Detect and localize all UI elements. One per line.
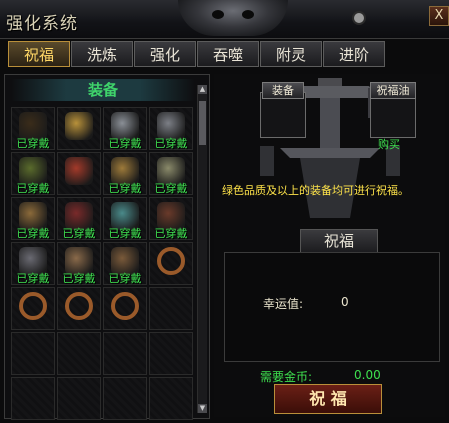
worn-tag: 已穿戴 (16, 137, 50, 150)
worn-tag: 已穿戴 (16, 272, 50, 285)
title-bar[interactable]: 强化系统 X (0, 0, 449, 39)
equipment-slot[interactable]: 已穿戴 (11, 107, 55, 150)
worn-tag: 已穿戴 (108, 137, 142, 150)
oil-slot-label: 祝福油 (370, 82, 416, 99)
equipment-slot[interactable] (149, 287, 193, 330)
equipment-slot[interactable] (103, 287, 147, 330)
close-button[interactable]: X (429, 6, 449, 26)
equipment-grid: 已穿戴 已穿戴 已穿戴 已穿戴 已穿戴 已穿戴 已穿戴 已穿戴 已穿戴 已穿戴 已穿戴 已穿戴 已穿戴 (11, 107, 195, 420)
equipment-slot[interactable] (57, 152, 101, 195)
equipment-slot[interactable]: 已穿戴 (103, 107, 147, 150)
gold-label: 需要金币: (260, 370, 313, 384)
luck-label: 幸运值: (263, 297, 304, 311)
equipment-slot[interactable] (57, 107, 101, 150)
equip-slot-label: 装备 (262, 82, 304, 99)
worn-tag: 已穿戴 (108, 182, 142, 195)
bless-info-box: 幸运值: 0 (224, 252, 440, 362)
bow-icon[interactable] (65, 157, 93, 185)
equipment-slot[interactable] (149, 377, 193, 420)
equipment-slot[interactable] (103, 377, 147, 420)
ring-icon[interactable] (65, 292, 93, 320)
equipment-header: 装备 (11, 79, 195, 101)
worn-tag: 已穿戴 (16, 227, 50, 240)
equipment-slot[interactable] (11, 377, 55, 420)
golden-blade-icon[interactable] (65, 112, 93, 140)
scroll-thumb[interactable] (199, 101, 206, 145)
tab-bless[interactable]: 祝福 (8, 41, 70, 67)
tab-enchant[interactable]: 附灵 (260, 41, 322, 67)
enhance-window: 强化系统 X 祝福 洗炼 强化 吞噬 附灵 进阶 装备 已穿戴 已穿戴 已穿戴 已穿戴… (0, 0, 449, 423)
worn-tag: 已穿戴 (16, 182, 50, 195)
worn-tag: 已穿戴 (62, 272, 96, 285)
worn-tag: 已穿戴 (154, 137, 188, 150)
equipment-slot[interactable] (11, 287, 55, 330)
worn-tag: 已穿戴 (108, 272, 142, 285)
tab-bar: 祝福 洗炼 强化 吞噬 附灵 进阶 (8, 41, 385, 69)
equipment-slot[interactable] (149, 332, 193, 375)
equipment-slot[interactable]: 已穿戴 (149, 107, 193, 150)
bless-description: 绿色品质及以上的装备均可进行祝福。 (222, 184, 409, 197)
bless-panel: 装备 祝福油 购买 绿色品质及以上的装备均可进行祝福。 祝福 幸运值: 0 需要… (214, 74, 445, 417)
equipment-panel: 装备 已穿戴 已穿戴 已穿戴 已穿戴 已穿戴 已穿戴 已穿戴 已穿戴 已穿戴 已穿戴 已穿戴 已穿戴已… (4, 74, 210, 420)
gem-ornament-icon (354, 13, 364, 23)
equipment-scrollbar[interactable]: ▲ ▼ (197, 85, 207, 413)
luck-value: 0 (341, 295, 349, 309)
equipment-slot[interactable]: 已穿戴 (57, 197, 101, 240)
ring-icon[interactable] (19, 292, 47, 320)
equipment-slot[interactable] (57, 332, 101, 375)
scroll-up-icon[interactable]: ▲ (198, 85, 207, 94)
equipment-slot[interactable] (103, 332, 147, 375)
equipment-slot[interactable]: 已穿戴 (103, 242, 147, 285)
equipment-slot[interactable] (57, 377, 101, 420)
worn-tag: 已穿戴 (62, 227, 96, 240)
worn-tag: 已穿戴 (154, 182, 188, 195)
tab-refine[interactable]: 洗炼 (71, 41, 133, 67)
gold-value: 0.00 (354, 368, 381, 382)
equipment-slot[interactable] (57, 287, 101, 330)
bless-section-title: 祝福 (300, 229, 378, 253)
equipment-slot[interactable] (11, 332, 55, 375)
tab-devour[interactable]: 吞噬 (197, 41, 259, 67)
equipment-slot[interactable]: 已穿戴 (11, 242, 55, 285)
equipment-slot[interactable]: 已穿戴 (103, 197, 147, 240)
ring-icon[interactable] (111, 292, 139, 320)
window-title: 强化系统 (6, 14, 78, 34)
equipment-slot[interactable]: 已穿戴 (11, 197, 55, 240)
scroll-down-icon[interactable]: ▼ (198, 404, 207, 413)
worn-tag: 已穿戴 (108, 227, 142, 240)
bless-button[interactable]: 祝 福 (274, 384, 382, 414)
equipment-slot[interactable]: 已穿戴 (57, 242, 101, 285)
tab-strengthen[interactable]: 强化 (134, 41, 196, 67)
equipment-slot[interactable] (149, 242, 193, 285)
equipment-slot[interactable]: 已穿戴 (103, 152, 147, 195)
equipment-slot[interactable]: 已穿戴 (149, 152, 193, 195)
worn-tag: 已穿戴 (154, 227, 188, 240)
equipment-slot[interactable]: 已穿戴 (11, 152, 55, 195)
buy-link[interactable]: 购买 (378, 136, 400, 152)
tab-advance[interactable]: 进阶 (323, 41, 385, 67)
skull-ornament-icon (178, 0, 288, 36)
equipment-slot[interactable]: 已穿戴 (149, 197, 193, 240)
ring-icon[interactable] (157, 247, 185, 275)
